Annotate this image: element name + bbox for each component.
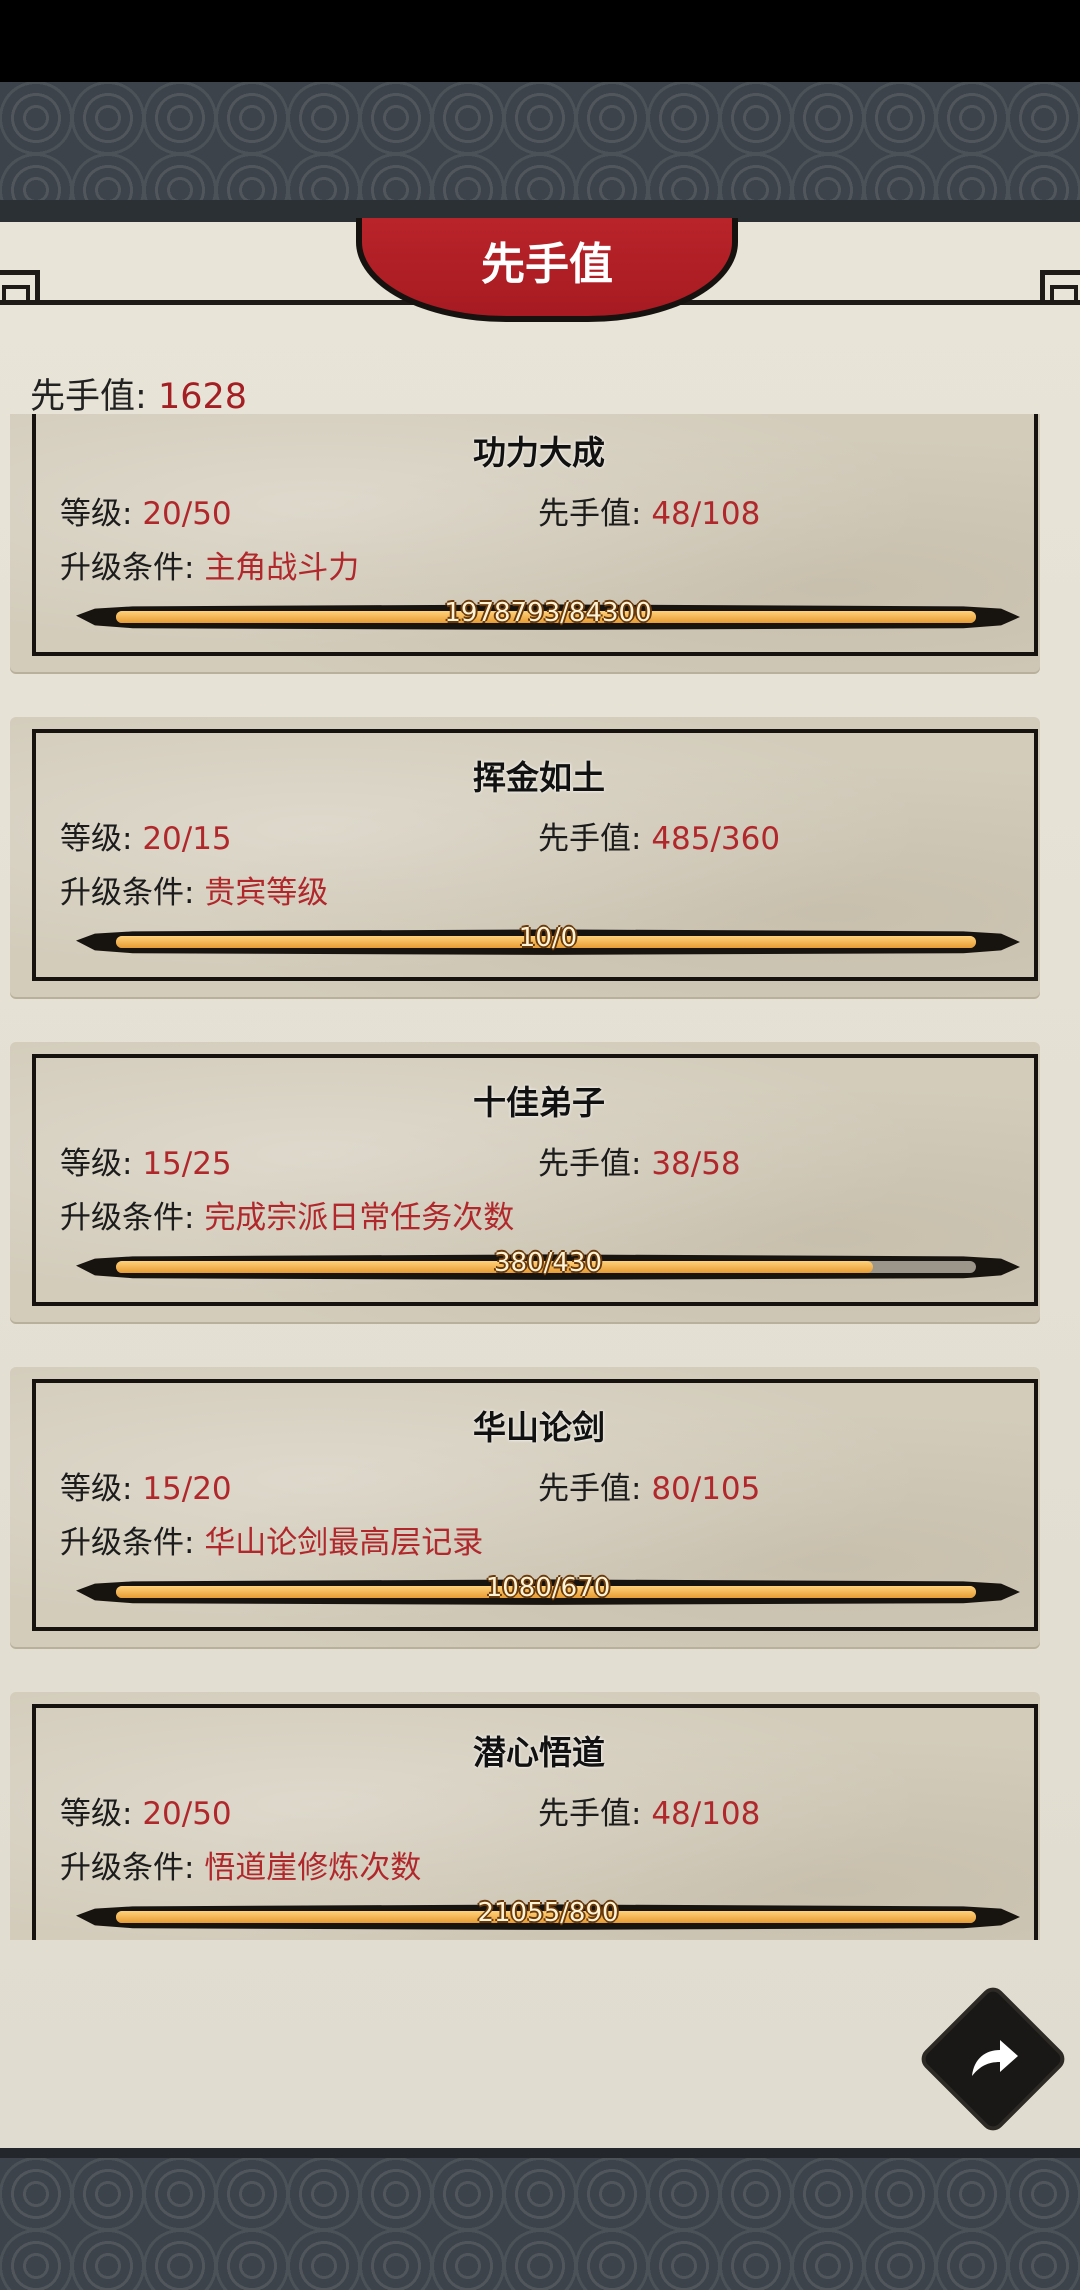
initiative-row: 先手值: 38/58: [538, 1138, 741, 1183]
return-arrow-icon: [972, 2040, 1018, 2076]
progress-bar: 21055/890: [76, 1898, 1020, 1934]
card-title: 潜心悟道: [473, 1733, 605, 1772]
card-list[interactable]: 功力大成 等级: 20/50 先手值: 48/108 升级条件: 主角战斗力 1…: [0, 414, 1080, 1940]
card-title: 十佳弟子: [473, 1083, 605, 1122]
level-label: 等级:: [60, 496, 133, 532]
card-gongli: 功力大成 等级: 20/50 先手值: 48/108 升级条件: 主角战斗力 1…: [10, 414, 1040, 672]
initiative-label: 先手值:: [538, 821, 642, 857]
progress-text: 1978793/84300: [444, 598, 652, 628]
card-shijia: 十佳弟子 等级: 15/25 先手值: 38/58 升级条件: 完成宗派日常任务…: [10, 1042, 1040, 1322]
card-huashan: 华山论剑 等级: 15/20 先手值: 80/105 升级条件: 华山论剑最高层…: [10, 1367, 1040, 1647]
card-title: 华山论剑: [473, 1408, 605, 1447]
level-label: 等级:: [60, 821, 133, 857]
page-title: 先手值: [481, 239, 613, 290]
total-initiative-label: 先手值:: [30, 377, 147, 417]
condition-label: 升级条件:: [60, 550, 195, 586]
condition-value: 悟道崖修炼次数: [204, 1850, 422, 1886]
card-title: 挥金如土: [473, 758, 605, 797]
condition-label: 升级条件:: [60, 1200, 195, 1236]
condition-label: 升级条件:: [60, 875, 195, 911]
initiative-label: 先手值:: [538, 496, 642, 532]
condition-label: 升级条件:: [60, 1525, 195, 1561]
level-value: 15/20: [142, 1471, 232, 1507]
card-qianxin: 潜心悟道 等级: 20/50 先手值: 48/108 升级条件: 悟道崖修炼次数…: [10, 1692, 1040, 1940]
progress-bar: 10/0: [76, 923, 1020, 959]
card-title: 功力大成: [473, 433, 605, 472]
level-row: 等级: 20/50: [60, 488, 232, 533]
initiative-row: 先手值: 48/108: [538, 1788, 760, 1833]
level-label: 等级:: [60, 1796, 133, 1832]
level-label: 等级:: [60, 1146, 133, 1182]
initiative-value: 38/58: [651, 1146, 741, 1182]
level-value: 20/15: [142, 821, 232, 857]
condition-row: 升级条件: 贵宾等级: [60, 867, 328, 912]
condition-value: 贵宾等级: [204, 875, 329, 911]
condition-row: 升级条件: 悟道崖修炼次数: [60, 1842, 421, 1887]
initiative-label: 先手值:: [538, 1146, 642, 1182]
progress-text: 1080/670: [485, 1573, 611, 1603]
level-value: 20/50: [142, 1796, 232, 1832]
total-initiative-value: 1628: [157, 377, 248, 417]
initiative-row: 先手值: 80/105: [538, 1463, 760, 1508]
initiative-value: 80/105: [651, 1471, 761, 1507]
back-button[interactable]: [918, 1984, 1068, 2134]
level-row: 等级: 15/20: [60, 1463, 232, 1508]
initiative-row: 先手值: 485/360: [538, 813, 780, 858]
initiative-label: 先手值:: [538, 1796, 642, 1832]
progress-bar: 380/430: [76, 1248, 1020, 1284]
condition-row: 升级条件: 完成宗派日常任务次数: [60, 1192, 514, 1237]
card-huijin: 挥金如土 等级: 20/15 先手值: 485/360 升级条件: 贵宾等级 1…: [10, 717, 1040, 997]
initiative-value: 48/108: [651, 496, 761, 532]
cloud-pattern-header: [0, 82, 1080, 200]
initiative-value: 485/360: [651, 821, 781, 857]
level-value: 20/50: [142, 496, 232, 532]
condition-row: 升级条件: 华山论剑最高层记录: [60, 1517, 483, 1562]
status-bar: [0, 0, 1080, 82]
condition-value: 华山论剑最高层记录: [204, 1525, 484, 1561]
frame-corner-right: [1040, 270, 1080, 304]
initiative-label: 先手值:: [538, 1471, 642, 1507]
condition-value: 完成宗派日常任务次数: [204, 1200, 515, 1236]
progress-text: 380/430: [493, 1248, 602, 1278]
frame-corner-left: [0, 270, 40, 304]
level-row: 等级: 20/15: [60, 813, 232, 858]
level-label: 等级:: [60, 1471, 133, 1507]
condition-row: 升级条件: 主角战斗力: [60, 542, 359, 587]
cloud-pattern-footer: [0, 2148, 1080, 2290]
progress-bar: 1978793/84300: [76, 598, 1020, 634]
initiative-row: 先手值: 48/108: [538, 488, 760, 533]
progress-bar: 1080/670: [76, 1573, 1020, 1609]
level-row: 等级: 15/25: [60, 1138, 232, 1183]
level-value: 15/25: [142, 1146, 232, 1182]
condition-label: 升级条件:: [60, 1850, 195, 1886]
level-row: 等级: 20/50: [60, 1788, 232, 1833]
total-initiative: 先手值: 1628: [30, 368, 247, 419]
initiative-value: 48/108: [651, 1796, 761, 1832]
condition-value: 主角战斗力: [204, 550, 360, 586]
progress-text: 21055/890: [477, 1898, 619, 1928]
progress-text: 10/0: [518, 923, 578, 953]
